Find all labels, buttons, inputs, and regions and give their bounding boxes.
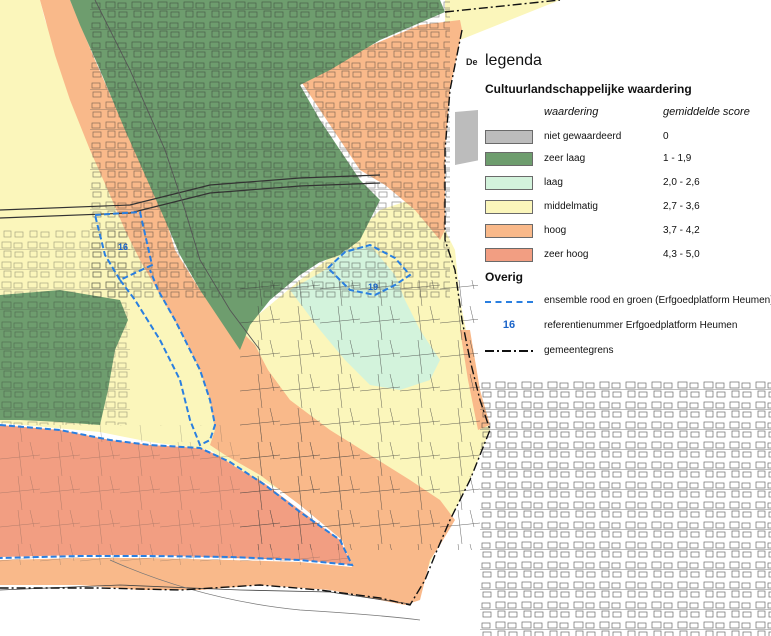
legend-section-title: Cultuurlandschappelijke waardering xyxy=(485,82,692,96)
legend-row-ensemble: ensemble rood en groen (Erfgoedplatform … xyxy=(478,294,771,310)
legend-label: ensemble rood en groen (Erfgoedplatform … xyxy=(544,295,771,306)
legend-row-zeer-laag: zeer laag 1 - 1,9 xyxy=(478,152,771,168)
legend-score: 2,0 - 2,6 xyxy=(663,177,700,188)
legend-row-zeer-hoog: zeer hoog 4,3 - 5,0 xyxy=(478,248,771,264)
legend-overig-title: Overig xyxy=(485,270,524,284)
zone-niet-gewaardeerd xyxy=(455,110,480,165)
legend-swatch-middelmatig xyxy=(485,200,533,214)
legend-label: middelmatig xyxy=(544,201,598,212)
legend-swatch-hoog xyxy=(485,224,533,238)
urban-texture-west xyxy=(0,230,130,425)
legend-label: zeer hoog xyxy=(544,249,589,260)
ensemble-number-16: 16 xyxy=(118,242,128,252)
cut-off-label: De xyxy=(466,57,478,67)
urban-texture-north xyxy=(90,0,450,300)
legend-swatch-laag xyxy=(485,176,533,190)
legend-swatch-niet-gewaardeerd xyxy=(485,130,533,144)
legend-score: 0 xyxy=(663,131,669,142)
legend-title: legenda xyxy=(485,52,542,69)
legend-label: niet gewaardeerd xyxy=(544,131,622,142)
legend-label: referentienummer Erfgoedplatform Heumen xyxy=(544,320,738,331)
legend-swatch-zeer-hoog xyxy=(485,248,533,262)
legend-score: 4,3 - 5,0 xyxy=(663,249,700,260)
legend-score: 1 - 1,9 xyxy=(663,153,692,164)
urban-texture-east xyxy=(480,380,771,636)
dash-dot-line-icon xyxy=(485,350,533,352)
legend-row-laag: laag 2,0 - 2,6 xyxy=(478,176,771,192)
map-legend: legenda Cultuurlandschappelijke waarderi… xyxy=(478,44,771,374)
legend-label: laag xyxy=(544,177,563,188)
legend-row-hoog: hoog 3,7 - 4,2 xyxy=(478,224,771,240)
ensemble-number-19: 19 xyxy=(368,282,378,292)
legend-column-score: gemiddelde score xyxy=(663,106,750,118)
dashed-blue-line-icon xyxy=(485,301,533,303)
legend-label: gemeentegrens xyxy=(544,345,614,356)
legend-row-referentienummer: 16 referentienummer Erfgoedplatform Heum… xyxy=(478,319,771,335)
legend-row-gemeentegrens: gemeentegrens xyxy=(478,344,771,360)
reference-number-icon: 16 xyxy=(502,319,516,331)
legend-column-waardering: waardering xyxy=(544,106,599,118)
legend-row-niet-gewaardeerd: niet gewaardeerd 0 xyxy=(478,130,771,146)
legend-row-middelmatig: middelmatig 2,7 - 3,6 xyxy=(478,200,771,216)
legend-label: zeer laag xyxy=(544,153,586,164)
legend-score: 2,7 - 3,6 xyxy=(663,201,700,212)
legend-label: hoog xyxy=(544,225,567,236)
legend-swatch-zeer-laag xyxy=(485,152,533,166)
legend-score: 3,7 - 4,2 xyxy=(663,225,700,236)
